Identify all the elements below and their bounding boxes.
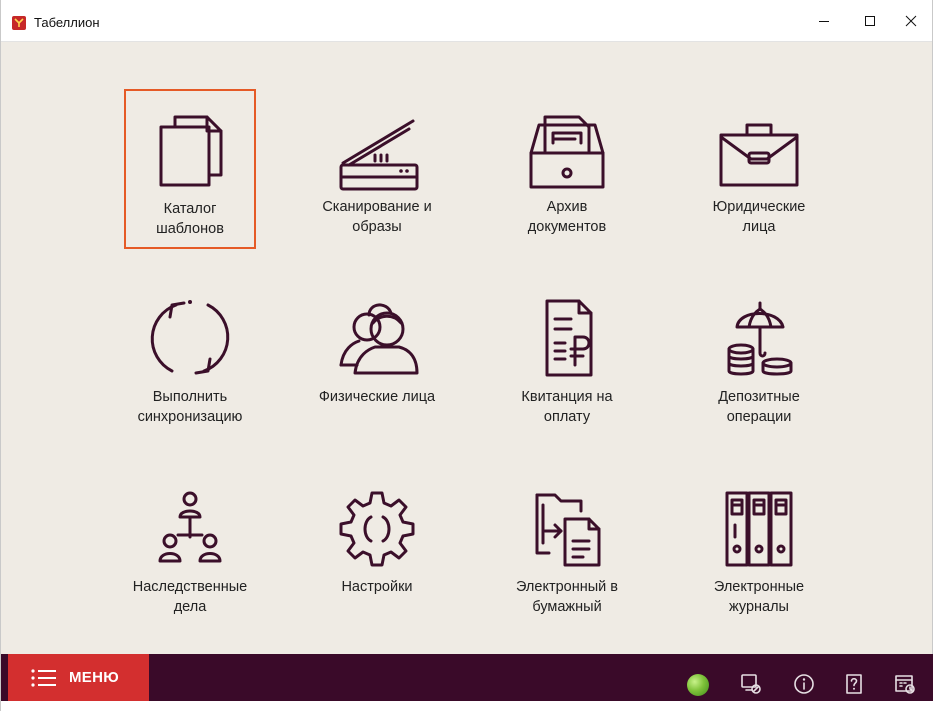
tile-label: Архив документов <box>527 199 607 235</box>
tile-legal-entities[interactable]: Юридические лица <box>693 89 825 249</box>
tile-label: Наследственные дела <box>132 579 248 615</box>
tile-settings[interactable]: Настройки <box>311 469 443 629</box>
title-bar: Табеллион <box>1 0 932 42</box>
help-button[interactable] <box>840 670 868 698</box>
umbrella-coins-icon <box>709 293 809 383</box>
close-button[interactable] <box>888 0 933 42</box>
window-bottom-edge <box>1 701 933 711</box>
tile-label: Настройки <box>341 579 413 595</box>
people-icon <box>327 293 427 383</box>
archive-drawer-icon <box>517 103 617 193</box>
sync-icon <box>140 293 240 383</box>
tile-label: Квитанция на оплату <box>521 389 613 425</box>
tile-document-archive[interactable]: Архив документов <box>501 89 633 249</box>
launcher-grid: Каталог шаблонов Сканирование и образы А… <box>1 42 933 654</box>
family-tree-icon <box>140 483 240 573</box>
tile-electronic-journals[interactable]: Электронные журналы <box>693 469 825 629</box>
folder-to-document-icon <box>517 483 617 573</box>
menu-button[interactable]: МЕНЮ <box>8 654 149 701</box>
window-title: Табеллион <box>34 15 100 30</box>
binders-icon <box>709 483 809 573</box>
connection-status-indicator <box>687 674 709 696</box>
tile-electronic-to-paper[interactable]: Электронный в бумажный <box>501 469 633 629</box>
tile-label: Физические лица <box>318 389 436 405</box>
tile-deposit-operations[interactable]: Депозитные операции <box>693 279 825 439</box>
calendar-icon <box>895 675 915 694</box>
app-logo-icon <box>12 16 26 30</box>
documents-icon <box>140 105 240 195</box>
close-icon <box>905 15 917 27</box>
screen-settings-button[interactable] <box>737 670 765 698</box>
info-button[interactable] <box>790 670 818 698</box>
ruble-receipt-icon <box>517 293 617 383</box>
calendar-button[interactable] <box>891 670 919 698</box>
maximize-icon <box>865 16 875 26</box>
screen-settings-icon <box>741 674 761 694</box>
gear-icon <box>327 483 427 573</box>
tile-label: Каталог шаблонов <box>156 201 224 237</box>
tile-sync[interactable]: Выполнить синхронизацию <box>124 279 256 439</box>
maximize-button[interactable] <box>847 0 893 42</box>
minimize-icon <box>819 21 829 22</box>
menu-label: МЕНЮ <box>69 669 120 686</box>
app-window: Табеллион Каталог шаблонов Сканирование … <box>0 0 933 711</box>
info-icon <box>794 674 814 694</box>
tile-label: Депозитные операции <box>718 389 800 425</box>
tile-scanning[interactable]: Сканирование и образы <box>311 89 443 249</box>
tile-individuals[interactable]: Физические лица <box>311 279 443 439</box>
scanner-icon <box>327 103 427 193</box>
minimize-button[interactable] <box>801 0 847 42</box>
tile-payment-receipt[interactable]: Квитанция на оплату <box>501 279 633 439</box>
tile-label: Сканирование и образы <box>322 199 432 235</box>
tile-inheritance-cases[interactable]: Наследственные дела <box>124 469 256 629</box>
help-icon <box>846 674 862 694</box>
tile-label: Юридические лица <box>712 199 806 235</box>
hamburger-menu-icon <box>31 668 56 687</box>
briefcase-icon <box>709 103 809 193</box>
tile-label: Электронные журналы <box>713 579 805 615</box>
tile-template-catalog[interactable]: Каталог шаблонов <box>124 89 256 249</box>
tile-label: Электронный в бумажный <box>515 579 618 615</box>
tile-label: Выполнить синхронизацию <box>137 389 243 425</box>
